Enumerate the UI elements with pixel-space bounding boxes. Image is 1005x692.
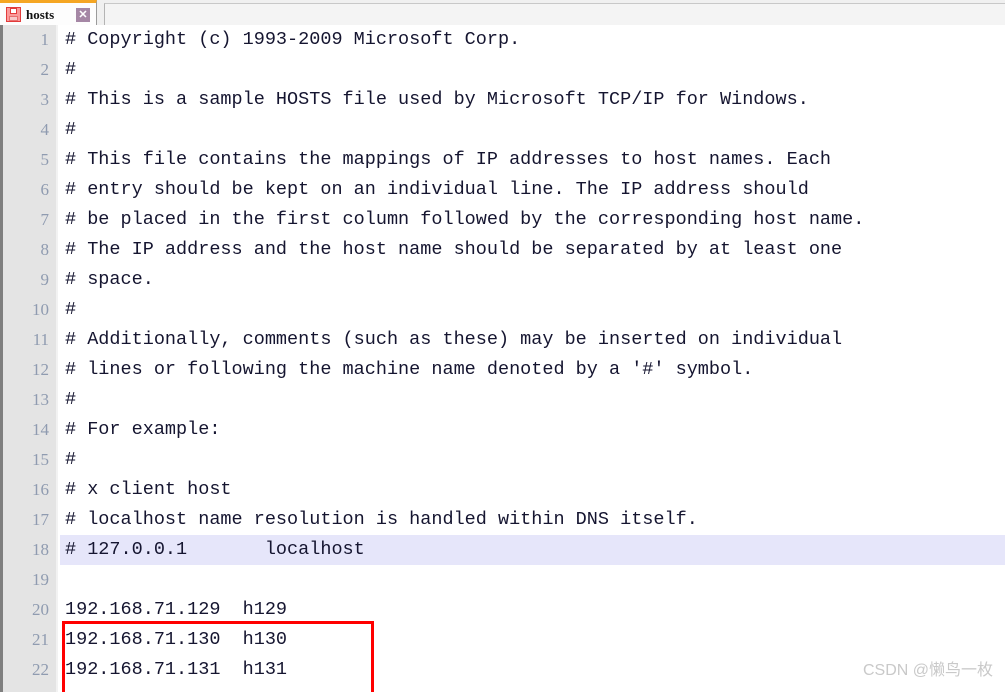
code-line-row[interactable]: 22 192.168.71.131 h131	[3, 655, 1005, 685]
line-number: 14	[32, 420, 49, 439]
code-line-row[interactable]: 12 # lines or following the machine name …	[3, 355, 1005, 385]
code-line-row[interactable]: 19	[3, 565, 1005, 595]
code-text: #	[65, 449, 77, 470]
code-line-row[interactable]: 4 #	[3, 115, 1005, 145]
code-text: # 127.0.0.1 localhost	[65, 539, 365, 560]
tab-hosts[interactable]: hosts ✕	[0, 0, 97, 25]
code-line-row[interactable]: 9 # space.	[3, 265, 1005, 295]
line-number: 22	[32, 660, 49, 679]
line-number: 21	[32, 630, 49, 649]
line-number: 19	[32, 570, 49, 589]
watermark: CSDN @懒鸟一枚	[862, 662, 993, 679]
line-number: 3	[40, 90, 50, 109]
line-number: 17	[32, 510, 49, 529]
code-line-row[interactable]: 1 # Copyright (c) 1993-2009 Microsoft Cor…	[3, 25, 1005, 55]
code-text: # Additionally, comments (such as these)…	[65, 329, 843, 350]
code-text: 192.168.71.129 h129	[65, 599, 288, 620]
code-line-row[interactable]: 11 # Additionally, comments (such as thes…	[3, 325, 1005, 355]
line-number: 6	[40, 180, 50, 199]
code-text: #	[65, 299, 77, 320]
line-number: 7	[40, 210, 50, 229]
code-line-row[interactable]: 21 192.168.71.130 h130	[3, 625, 1005, 655]
line-number: 4	[40, 120, 50, 139]
tab-bar-empty-area	[104, 3, 1005, 26]
code-line-row[interactable]: 5 # This file contains the mappings of IP…	[3, 145, 1005, 175]
code-line-row[interactable]: 3 # This is a sample HOSTS file used by M…	[3, 85, 1005, 115]
notepad-editor-window: hosts ✕ 1 # Copyright (c) 1993-2009 Micro…	[0, 0, 1005, 692]
code-line-row[interactable]: 7 # be placed in the first column followe…	[3, 205, 1005, 235]
code-line-row[interactable]: 16 # x client host	[3, 475, 1005, 505]
code-text: #	[65, 59, 77, 80]
line-number: 1	[40, 30, 50, 49]
line-number: 15	[32, 450, 49, 469]
code-text: # space.	[65, 269, 154, 290]
code-text: # entry should be kept on an individual …	[65, 179, 809, 200]
code-text: 192.168.71.131 h131	[65, 659, 288, 680]
code-text: #	[65, 119, 77, 140]
code-line-row[interactable]: 13 #	[3, 385, 1005, 415]
line-number: 8	[40, 240, 50, 259]
line-number: 16	[32, 480, 49, 499]
code-line-row[interactable]: 10 #	[3, 295, 1005, 325]
line-number: 2	[40, 60, 50, 79]
code-text: # x client host	[65, 479, 232, 500]
code-text: # For example:	[65, 419, 221, 440]
code-text: # This file contains the mappings of IP …	[65, 149, 832, 170]
code-line-row[interactable]: 14 # For example:	[3, 415, 1005, 445]
code-text: # lines or following the machine name de…	[65, 359, 754, 380]
floppy-disk-red-icon	[6, 6, 21, 22]
code-line-row[interactable]: 6 # entry should be kept on an individual…	[3, 175, 1005, 205]
close-icon[interactable]: ✕	[76, 8, 90, 22]
code-rows[interactable]: 1 # Copyright (c) 1993-2009 Microsoft Cor…	[3, 25, 1005, 685]
code-text: # localhost name resolution is handled w…	[65, 509, 698, 530]
code-line-row[interactable]: 17 # localhost name resolution is handled…	[3, 505, 1005, 535]
code-text: 192.168.71.130 h130	[65, 629, 288, 650]
code-line-row[interactable]: 2 #	[3, 55, 1005, 85]
code-text: # be placed in the first column followed…	[65, 209, 865, 230]
line-number: 9	[40, 270, 50, 289]
line-number: 13	[32, 390, 49, 409]
line-number: 11	[32, 330, 49, 349]
code-line-row[interactable]: 15 #	[3, 445, 1005, 475]
code-text: # The IP address and the host name shoul…	[65, 239, 843, 260]
code-text: # Copyright (c) 1993-2009 Microsoft Corp…	[65, 29, 521, 50]
code-text: # This is a sample HOSTS file used by Mi…	[65, 89, 809, 110]
editor-area[interactable]: 1 # Copyright (c) 1993-2009 Microsoft Cor…	[0, 25, 1005, 692]
code-line-row[interactable]: 18 # 127.0.0.1 localhost	[3, 535, 1005, 565]
line-number: 10	[32, 300, 49, 319]
tab-bar: hosts ✕	[0, 0, 1005, 26]
code-text: #	[65, 389, 77, 410]
code-line-row[interactable]: 8 # The IP address and the host name shou…	[3, 235, 1005, 265]
line-number: 18	[32, 540, 49, 559]
line-number: 12	[32, 360, 49, 379]
tab-title: hosts	[26, 6, 55, 22]
line-number: 20	[32, 600, 49, 619]
code-line-row[interactable]: 20 192.168.71.129 h129	[3, 595, 1005, 625]
line-number: 5	[40, 150, 50, 169]
